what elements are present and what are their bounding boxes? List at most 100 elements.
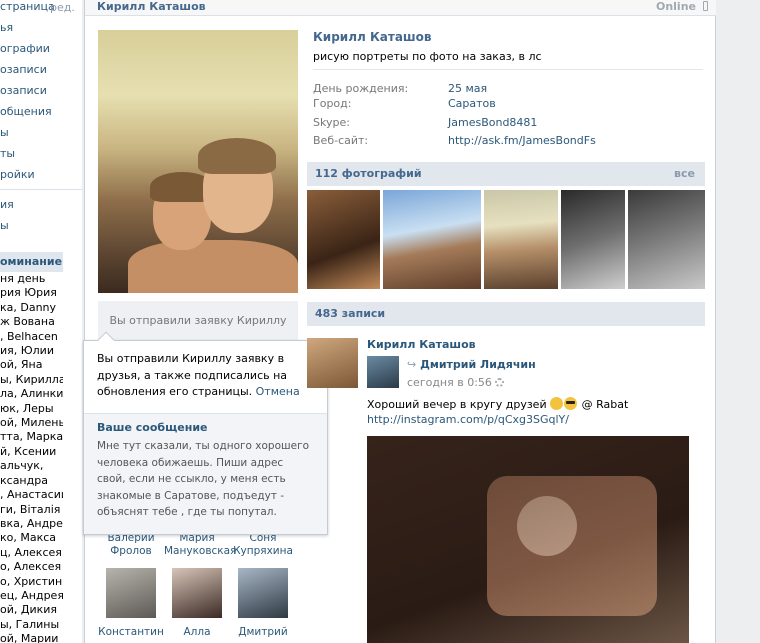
- info-label-birthday: День рождения:: [313, 82, 409, 95]
- birthday-line[interactable]: ксандра: [0, 474, 63, 488]
- profile-status[interactable]: рисую портреты по фото на заказ, в лс: [313, 50, 703, 70]
- friend-request-popup: Вы отправили Кириллу заявку в друзья, а …: [83, 331, 328, 535]
- nav-edit-link[interactable]: ред.: [50, 1, 75, 14]
- birthday-line[interactable]: ия, Юлии: [0, 344, 63, 358]
- friend-request-sent-button[interactable]: Вы отправили заявку Кириллу: [98, 301, 298, 341]
- nav-item-videos[interactable]: озаписи: [0, 59, 82, 80]
- post-link[interactable]: http://instagram.com/p/qCxg3SGqlY/: [367, 413, 569, 426]
- friend-first-name: Дмитрий: [238, 626, 288, 638]
- birthday-line[interactable]: ко, Макса: [0, 531, 63, 545]
- birthday-line[interactable]: ы, Галины: [0, 618, 63, 632]
- post-text: Хороший вечер в кругу друзей @ Rabat: [367, 397, 628, 411]
- friend-item[interactable]: Соня Купряхина: [230, 532, 296, 558]
- birthday-line[interactable]: ой, Марии: [0, 632, 63, 643]
- birthday-line[interactable]: ой, Дикия: [0, 603, 63, 617]
- nav-item-groups[interactable]: ы: [0, 122, 82, 143]
- profile-name: Кирилл Каташов: [313, 30, 432, 44]
- message-title: Ваше сообщение: [97, 421, 208, 434]
- info-value-website[interactable]: http://ask.fm/JamesBondFs: [448, 134, 596, 147]
- friend-item[interactable]: Дмитрий: [230, 626, 296, 639]
- online-status: Online: [655, 0, 696, 13]
- birthday-line[interactable]: ой, Милены: [0, 416, 63, 430]
- nav-item-audio[interactable]: озаписи: [0, 80, 82, 101]
- friend-item[interactable]: Валерий Фролов: [98, 532, 164, 558]
- header-profile-name: Кирилл Каташов: [97, 0, 206, 13]
- birthday-line[interactable]: ж Вована: [0, 315, 63, 329]
- repost-author-name[interactable]: ↪ Дмитрий Лидячин: [407, 358, 536, 371]
- post-text-body: Хороший вечер в кругу друзей: [367, 398, 547, 411]
- birthday-line[interactable]: рия Юрия: [0, 286, 63, 300]
- friend-first-name: Константин: [98, 626, 164, 638]
- birthday-heading: оминание: [0, 252, 63, 272]
- birthday-line[interactable]: ой, Яна: [0, 358, 63, 372]
- nav-item-games[interactable]: ы: [0, 215, 82, 236]
- mobile-phone-icon: [703, 1, 708, 11]
- message-text: Мне тут сказали, ты одного хорошего чело…: [97, 440, 310, 518]
- nav-item-settings[interactable]: ройки: [0, 164, 82, 185]
- birthday-line[interactable]: ги, Віталія: [0, 503, 63, 517]
- photos-section-header[interactable]: 112 фотографий все: [307, 162, 705, 186]
- info-value-birthday[interactable]: 25 мая: [448, 82, 487, 95]
- nav-item-friends[interactable]: ья: [0, 17, 82, 38]
- left-nav: страница ред. ья ографии озаписи озаписи…: [0, 0, 82, 236]
- friend-avatar[interactable]: [172, 568, 222, 618]
- nav-item-messages[interactable]: общения: [0, 101, 82, 122]
- birthday-line[interactable]: тта, Марка: [0, 430, 63, 444]
- birthday-line[interactable]: юк, Леры: [0, 402, 63, 416]
- birthday-line[interactable]: ка, Danny: [0, 301, 63, 315]
- nav-item-apps[interactable]: ия: [0, 194, 82, 215]
- birthday-line[interactable]: вка, Андрея: [0, 517, 63, 531]
- nav-item-photos[interactable]: ографии: [0, 38, 82, 59]
- photos-all-link[interactable]: все: [674, 162, 695, 186]
- info-value-city[interactable]: Саратов: [448, 97, 496, 110]
- birthday-line[interactable]: о, Христины: [0, 575, 63, 589]
- photo-thumbnail[interactable]: [628, 190, 705, 289]
- birthday-line[interactable]: ц, Алексея: [0, 546, 63, 560]
- birthday-line[interactable]: ла, Алинки: [0, 387, 63, 401]
- post-author-name[interactable]: Кирилл Каташов: [367, 338, 476, 351]
- friend-first-name: Алла: [183, 626, 211, 638]
- birthday-line[interactable]: , Анастасии: [0, 488, 63, 502]
- birthday-line[interactable]: альчук,: [0, 459, 63, 473]
- profile-page: Кирилл Каташов Online Вы отправили заявк…: [83, 0, 716, 643]
- post-author-avatar[interactable]: [307, 338, 358, 388]
- sunglasses-emoji-icon: [564, 397, 578, 410]
- friend-item[interactable]: Алла: [164, 626, 230, 639]
- birthday-line[interactable]: ы, Кирилла: [0, 373, 63, 387]
- friend-item[interactable]: Мария Мануковская: [164, 532, 237, 558]
- wall-section-header[interactable]: 483 записи: [307, 302, 705, 326]
- friend-avatar[interactable]: [106, 568, 156, 618]
- nav-item-answers[interactable]: ты: [0, 143, 82, 164]
- repost-time[interactable]: сегодня в 0:56: [407, 376, 504, 389]
- cancel-request-link[interactable]: Отмена: [256, 385, 300, 398]
- birthday-line[interactable]: , Belhacen: [0, 330, 63, 344]
- photo-thumbnail[interactable]: [383, 190, 481, 289]
- smile-emoji-icon: [550, 397, 564, 410]
- photos-count: 112 фотографий: [315, 167, 422, 180]
- nav-divider: [0, 189, 82, 190]
- gear-icon[interactable]: [494, 378, 504, 387]
- post-location: @ Rabat: [581, 398, 629, 411]
- repost-icon: ↪: [407, 358, 417, 371]
- repost-time-label: сегодня в 0:56: [407, 376, 492, 389]
- wall-count: 483 записи: [315, 307, 386, 320]
- photo-thumbnail[interactable]: [307, 190, 380, 289]
- friend-avatar[interactable]: [238, 568, 288, 618]
- info-value-skype[interactable]: JamesBond8481: [448, 116, 537, 129]
- friend-last-name: Купряхина: [233, 545, 293, 557]
- page-header: Кирилл Каташов Online: [85, 0, 716, 16]
- birthday-line[interactable]: ня день: [0, 272, 63, 286]
- post-photo[interactable]: [367, 436, 689, 643]
- birthday-line[interactable]: о, Алексея: [0, 560, 63, 574]
- photo-thumbnail[interactable]: [561, 190, 625, 289]
- birthday-line[interactable]: ец, Андрея: [0, 589, 63, 603]
- repost-author-avatar[interactable]: [367, 356, 399, 388]
- birthday-line[interactable]: й, Ксении: [0, 445, 63, 459]
- repost-author-label: Дмитрий Лидячин: [420, 358, 536, 371]
- friend-last-name: Мануковская: [164, 545, 237, 557]
- friend-item[interactable]: Константин: [98, 626, 164, 639]
- info-label-skype: Skype:: [313, 116, 350, 129]
- friend-last-name: Фролов: [110, 545, 152, 557]
- profile-avatar[interactable]: [98, 30, 298, 293]
- photo-thumbnail[interactable]: [484, 190, 558, 289]
